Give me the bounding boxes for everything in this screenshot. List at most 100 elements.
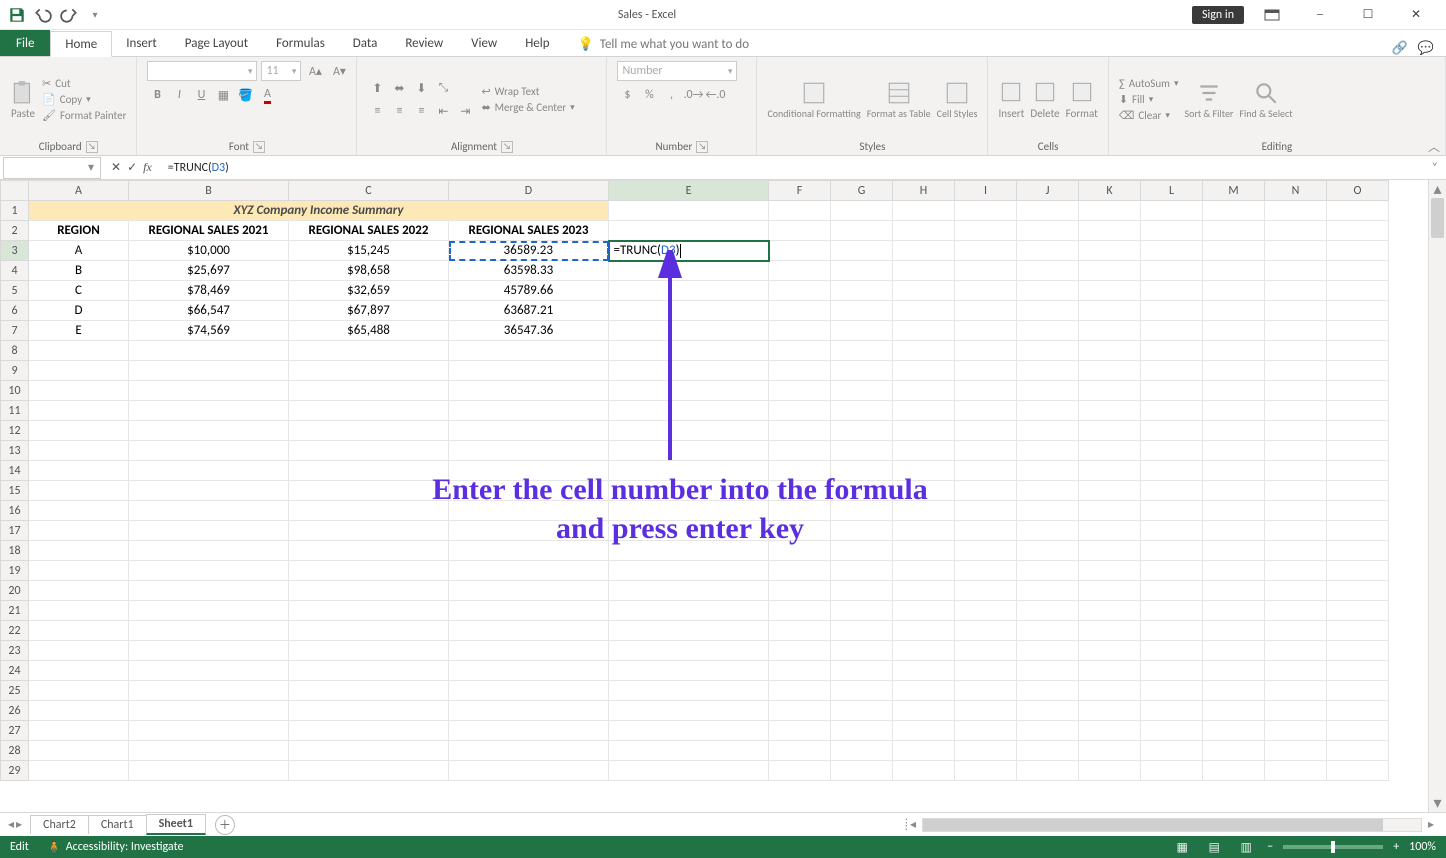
cell-B10[interactable] <box>129 381 289 401</box>
tab-insert[interactable]: Insert <box>112 30 171 56</box>
cell-O5[interactable] <box>1327 281 1389 301</box>
cell-M9[interactable] <box>1203 361 1265 381</box>
cell-D16[interactable] <box>449 501 609 521</box>
cell-E28[interactable] <box>609 741 769 761</box>
row-header-20[interactable]: 20 <box>1 581 29 601</box>
cell-H5[interactable] <box>893 281 955 301</box>
cell-O17[interactable] <box>1327 521 1389 541</box>
fill-button[interactable]: ⬇Fill▾ <box>1119 93 1179 106</box>
cell-I20[interactable] <box>955 581 1017 601</box>
cell-L16[interactable] <box>1141 501 1203 521</box>
cell-D18[interactable] <box>449 541 609 561</box>
cell-A11[interactable] <box>29 401 129 421</box>
qat-customize-icon[interactable]: ▾ <box>86 6 104 24</box>
cell-G16[interactable] <box>831 501 893 521</box>
cell-I9[interactable] <box>955 361 1017 381</box>
cell-C14[interactable] <box>289 461 449 481</box>
cell-N28[interactable] <box>1265 741 1327 761</box>
cell-L14[interactable] <box>1141 461 1203 481</box>
cell-L26[interactable] <box>1141 701 1203 721</box>
tab-review[interactable]: Review <box>391 30 457 56</box>
cell-B16[interactable] <box>129 501 289 521</box>
cell-C8[interactable] <box>289 341 449 361</box>
col-header-N[interactable]: N <box>1265 181 1327 201</box>
row-header-7[interactable]: 7 <box>1 321 29 341</box>
cell-A17[interactable] <box>29 521 129 541</box>
cell-G24[interactable] <box>831 661 893 681</box>
col-header-D[interactable]: D <box>449 181 609 201</box>
cell-D5[interactable]: 45789.66 <box>449 281 609 301</box>
cell-D25[interactable] <box>449 681 609 701</box>
cell-K20[interactable] <box>1079 581 1141 601</box>
redo-icon[interactable] <box>60 6 78 24</box>
cell-K13[interactable] <box>1079 441 1141 461</box>
cell-M29[interactable] <box>1203 761 1265 781</box>
cell-H8[interactable] <box>893 341 955 361</box>
cell-F23[interactable] <box>769 641 831 661</box>
row-header-9[interactable]: 9 <box>1 361 29 381</box>
row-header-3[interactable]: 3 <box>1 241 29 261</box>
cell-A6[interactable]: D <box>29 301 129 321</box>
cell-G4[interactable] <box>831 261 893 281</box>
tab-data[interactable]: Data <box>339 30 392 56</box>
cell-H20[interactable] <box>893 581 955 601</box>
cell-H29[interactable] <box>893 761 955 781</box>
cell-J17[interactable] <box>1017 521 1079 541</box>
cell-C5[interactable]: $32,659 <box>289 281 449 301</box>
row-header-11[interactable]: 11 <box>1 401 29 421</box>
cell-G26[interactable] <box>831 701 893 721</box>
copy-button[interactable]: 📄Copy▾ <box>42 93 126 106</box>
sheet-nav-next-icon[interactable]: ▸ <box>16 817 22 832</box>
cell-E13[interactable] <box>609 441 769 461</box>
cell-F3[interactable] <box>769 241 831 261</box>
cell-I27[interactable] <box>955 721 1017 741</box>
cell-N19[interactable] <box>1265 561 1327 581</box>
cell-H13[interactable] <box>893 441 955 461</box>
cell-K16[interactable] <box>1079 501 1141 521</box>
cell-J27[interactable] <box>1017 721 1079 741</box>
cell-H26[interactable] <box>893 701 955 721</box>
cell-N26[interactable] <box>1265 701 1327 721</box>
cell-F28[interactable] <box>769 741 831 761</box>
namebox-dropdown-icon[interactable]: ▾ <box>88 160 94 175</box>
cell-A10[interactable] <box>29 381 129 401</box>
cell-N24[interactable] <box>1265 661 1327 681</box>
cell-N14[interactable] <box>1265 461 1327 481</box>
cell-N15[interactable] <box>1265 481 1327 501</box>
sign-in-button[interactable]: Sign in <box>1192 6 1244 24</box>
cell-E11[interactable] <box>609 401 769 421</box>
cell-H16[interactable] <box>893 501 955 521</box>
cell-H7[interactable] <box>893 321 955 341</box>
cell-B15[interactable] <box>129 481 289 501</box>
cell-O27[interactable] <box>1327 721 1389 741</box>
cell-C9[interactable] <box>289 361 449 381</box>
cell-I7[interactable] <box>955 321 1017 341</box>
col-header-K[interactable]: K <box>1079 181 1141 201</box>
scroll-right-icon[interactable]: ▸ <box>1426 817 1436 832</box>
cell-M7[interactable] <box>1203 321 1265 341</box>
zoom-slider-thumb[interactable] <box>1331 841 1335 853</box>
cell-H22[interactable] <box>893 621 955 641</box>
row-header-8[interactable]: 8 <box>1 341 29 361</box>
cell-F17[interactable] <box>769 521 831 541</box>
cell-I25[interactable] <box>955 681 1017 701</box>
cell-L6[interactable] <box>1141 301 1203 321</box>
cell-G27[interactable] <box>831 721 893 741</box>
cell-A22[interactable] <box>29 621 129 641</box>
cell-H12[interactable] <box>893 421 955 441</box>
cell-G25[interactable] <box>831 681 893 701</box>
col-header-G[interactable]: G <box>831 181 893 201</box>
cell-F24[interactable] <box>769 661 831 681</box>
cell-L19[interactable] <box>1141 561 1203 581</box>
cell-M25[interactable] <box>1203 681 1265 701</box>
cell-O29[interactable] <box>1327 761 1389 781</box>
cell-C27[interactable] <box>289 721 449 741</box>
cell-G6[interactable] <box>831 301 893 321</box>
cell-E29[interactable] <box>609 761 769 781</box>
cell-O10[interactable] <box>1327 381 1389 401</box>
cell-M19[interactable] <box>1203 561 1265 581</box>
cell-H9[interactable] <box>893 361 955 381</box>
cell-D27[interactable] <box>449 721 609 741</box>
scroll-up-icon[interactable]: ▴ <box>1429 180 1446 198</box>
italic-button[interactable]: I <box>169 85 189 105</box>
